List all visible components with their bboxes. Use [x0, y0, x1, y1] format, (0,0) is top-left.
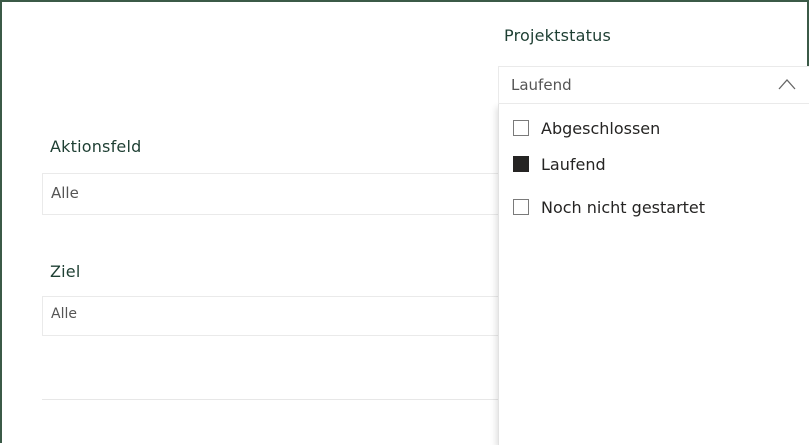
checkbox-abgeschlossen[interactable]	[513, 120, 529, 136]
option-laufend[interactable]: Laufend	[513, 152, 606, 176]
checkbox-noch-nicht-gestartet[interactable]	[513, 199, 529, 215]
option-label: Laufend	[541, 154, 606, 174]
aktionsfeld-title: Aktionsfeld	[50, 137, 142, 156]
option-label: Noch nicht gestartet	[541, 197, 706, 217]
projektstatus-selected-value: Laufend	[511, 76, 572, 94]
report-canvas: Projektstatus Aktionsfeld Alle Ziel Alle…	[0, 0, 809, 445]
checkbox-laufend[interactable]	[513, 156, 529, 172]
projektstatus-title: Projektstatus	[504, 26, 611, 45]
option-label: Abgeschlossen	[541, 118, 661, 138]
ziel-selected-value: Alle	[51, 306, 77, 322]
chevron-up-icon[interactable]	[777, 77, 797, 91]
aktionsfeld-dropdown[interactable]: Alle	[42, 173, 502, 215]
projektstatus-dropdown[interactable]: Laufend	[498, 66, 809, 104]
option-noch-nicht-gestartet[interactable]: Noch nicht gestartet	[513, 195, 705, 219]
projektstatus-options-panel: Abgeschlossen Laufend Noch nicht gestart…	[498, 104, 809, 445]
aktionsfeld-selected-value: Alle	[51, 184, 79, 202]
option-abgeschlossen[interactable]: Abgeschlossen	[513, 116, 660, 140]
section-divider	[42, 399, 498, 400]
ziel-title: Ziel	[50, 262, 81, 281]
ziel-dropdown[interactable]: Alle	[42, 296, 502, 336]
